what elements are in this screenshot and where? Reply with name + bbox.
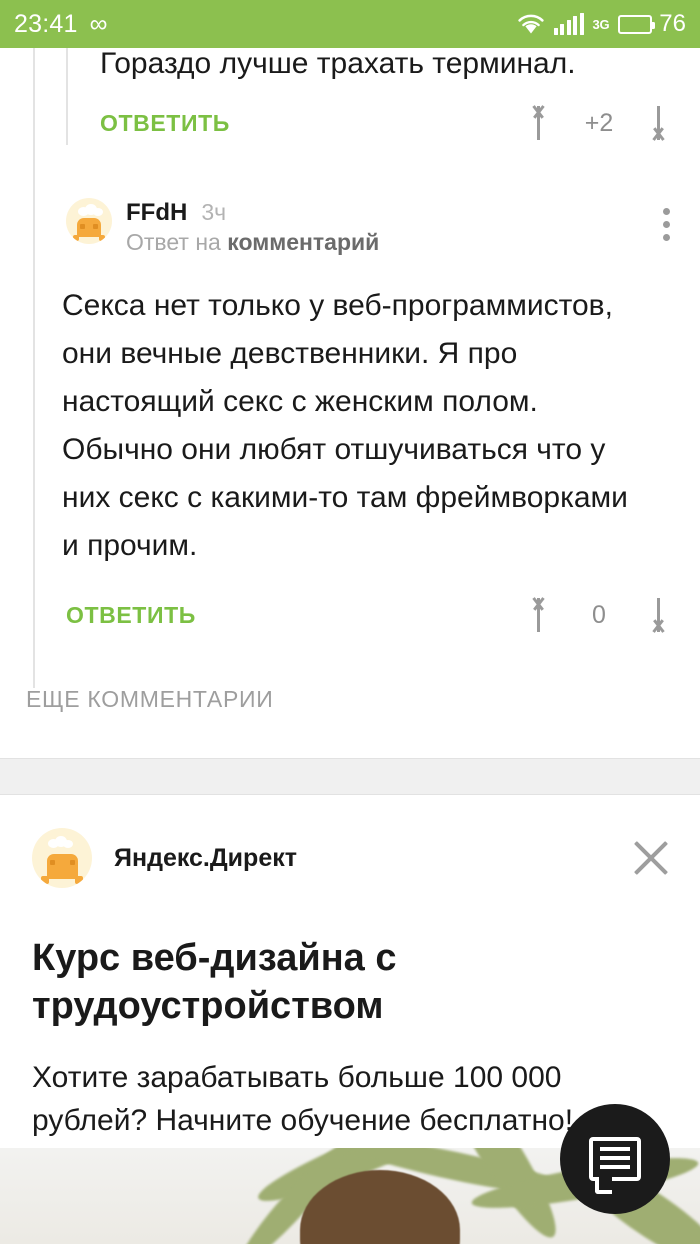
comment-line: них секс с какими-то там фреймворками — [62, 481, 628, 514]
comment-actions: ОТВЕТИТЬ 0 — [0, 570, 700, 634]
upvote-button[interactable] — [526, 104, 552, 142]
comment-timestamp: 3ч — [201, 199, 227, 225]
infinity-icon: ∞ — [89, 9, 108, 38]
status-bar-right: 3G 76 — [517, 12, 686, 36]
comment-line: Обычно они любят отшучиваться что у — [62, 433, 606, 466]
ad-body-line: Хотите зарабатывать больше 100 000 — [32, 1061, 562, 1094]
status-bar: 23:41 ∞ 3G 76 — [0, 0, 700, 48]
comment-item-ffdh[interactable]: FFdH 3ч Ответ на комментарий Секса нет т… — [0, 198, 700, 634]
downvote-button[interactable] — [646, 596, 672, 634]
ad-card[interactable]: Яндекс.Директ Курс веб-дизайна с трудоус… — [0, 796, 700, 1142]
clock: 23:41 — [14, 9, 78, 38]
network-type-label: 3G — [592, 16, 610, 32]
comment-actions-cut: ОТВЕТИТЬ +2 — [100, 104, 700, 142]
comment-bubble-icon — [589, 1137, 641, 1194]
more-comments-button[interactable]: ЕЩЕ КОММЕНТАРИИ — [26, 686, 273, 713]
comment-line: они вечные девственники. Я про — [62, 337, 518, 370]
wifi-icon — [517, 13, 545, 35]
vote-controls: 0 — [526, 596, 700, 634]
reply-to-prefix: Ответ на — [126, 229, 228, 255]
house-avatar-icon — [66, 198, 112, 244]
downvote-button[interactable] — [646, 104, 672, 142]
ad-title: Курс веб-дизайна с трудоустройством — [0, 934, 700, 1030]
ad-title-line: Курс веб-дизайна с — [32, 937, 397, 979]
kebab-menu-icon[interactable] — [663, 198, 700, 241]
ad-brand-label: Яндекс.Директ — [114, 843, 297, 872]
reply-button[interactable]: ОТВЕТИТЬ — [100, 110, 230, 137]
ad-header: Яндекс.Директ — [0, 828, 700, 888]
comment-header: FFdH 3ч Ответ на комментарий — [0, 198, 700, 256]
battery-percent: 76 — [659, 10, 686, 37]
comment-line: настоящий секс с женским полом. — [62, 385, 538, 418]
battery-icon — [618, 14, 656, 34]
comment-line: и прочим. — [62, 529, 198, 562]
comment-text-cut: Гораздо лучше трахать терминал. — [100, 47, 576, 80]
comment-identity-row: FFdH 3ч — [126, 199, 379, 227]
more-comments-row: ЕЩЕ КОММЕНТАРИИ — [0, 634, 700, 713]
comment-body: Секса нет только у веб-программистов, он… — [0, 256, 700, 570]
comment-thread: Гораздо лучше трахать терминал. ОТВЕТИТЬ… — [0, 47, 700, 713]
comment-meta: FFdH 3ч Ответ на комментарий — [126, 198, 379, 256]
signal-bars-icon — [553, 13, 584, 35]
comment-line: Секса нет только у веб-программистов, — [62, 289, 613, 322]
comment-item-cut[interactable]: Гораздо лучше трахать терминал. ОТВЕТИТЬ… — [0, 47, 700, 158]
app-screen: 23:41 ∞ 3G 76 Гораздо лучше трахать терм… — [0, 0, 700, 1244]
upvote-button[interactable] — [526, 596, 552, 634]
reply-to-link[interactable]: комментарий — [227, 229, 379, 255]
section-separator — [0, 758, 700, 795]
compose-comment-fab[interactable] — [560, 1104, 670, 1214]
vote-count: 0 — [592, 600, 606, 629]
status-bar-left: 23:41 ∞ — [14, 9, 108, 38]
vote-controls: +2 — [526, 104, 700, 142]
ad-title-line: трудоустройством — [32, 985, 384, 1027]
close-icon[interactable] — [628, 835, 674, 881]
comment-reply-to: Ответ на комментарий — [126, 229, 379, 256]
comment-author[interactable]: FFdH — [126, 199, 187, 227]
vote-count: +2 — [584, 108, 614, 137]
house-avatar-icon — [32, 828, 92, 888]
reply-button[interactable]: ОТВЕТИТЬ — [66, 602, 196, 629]
